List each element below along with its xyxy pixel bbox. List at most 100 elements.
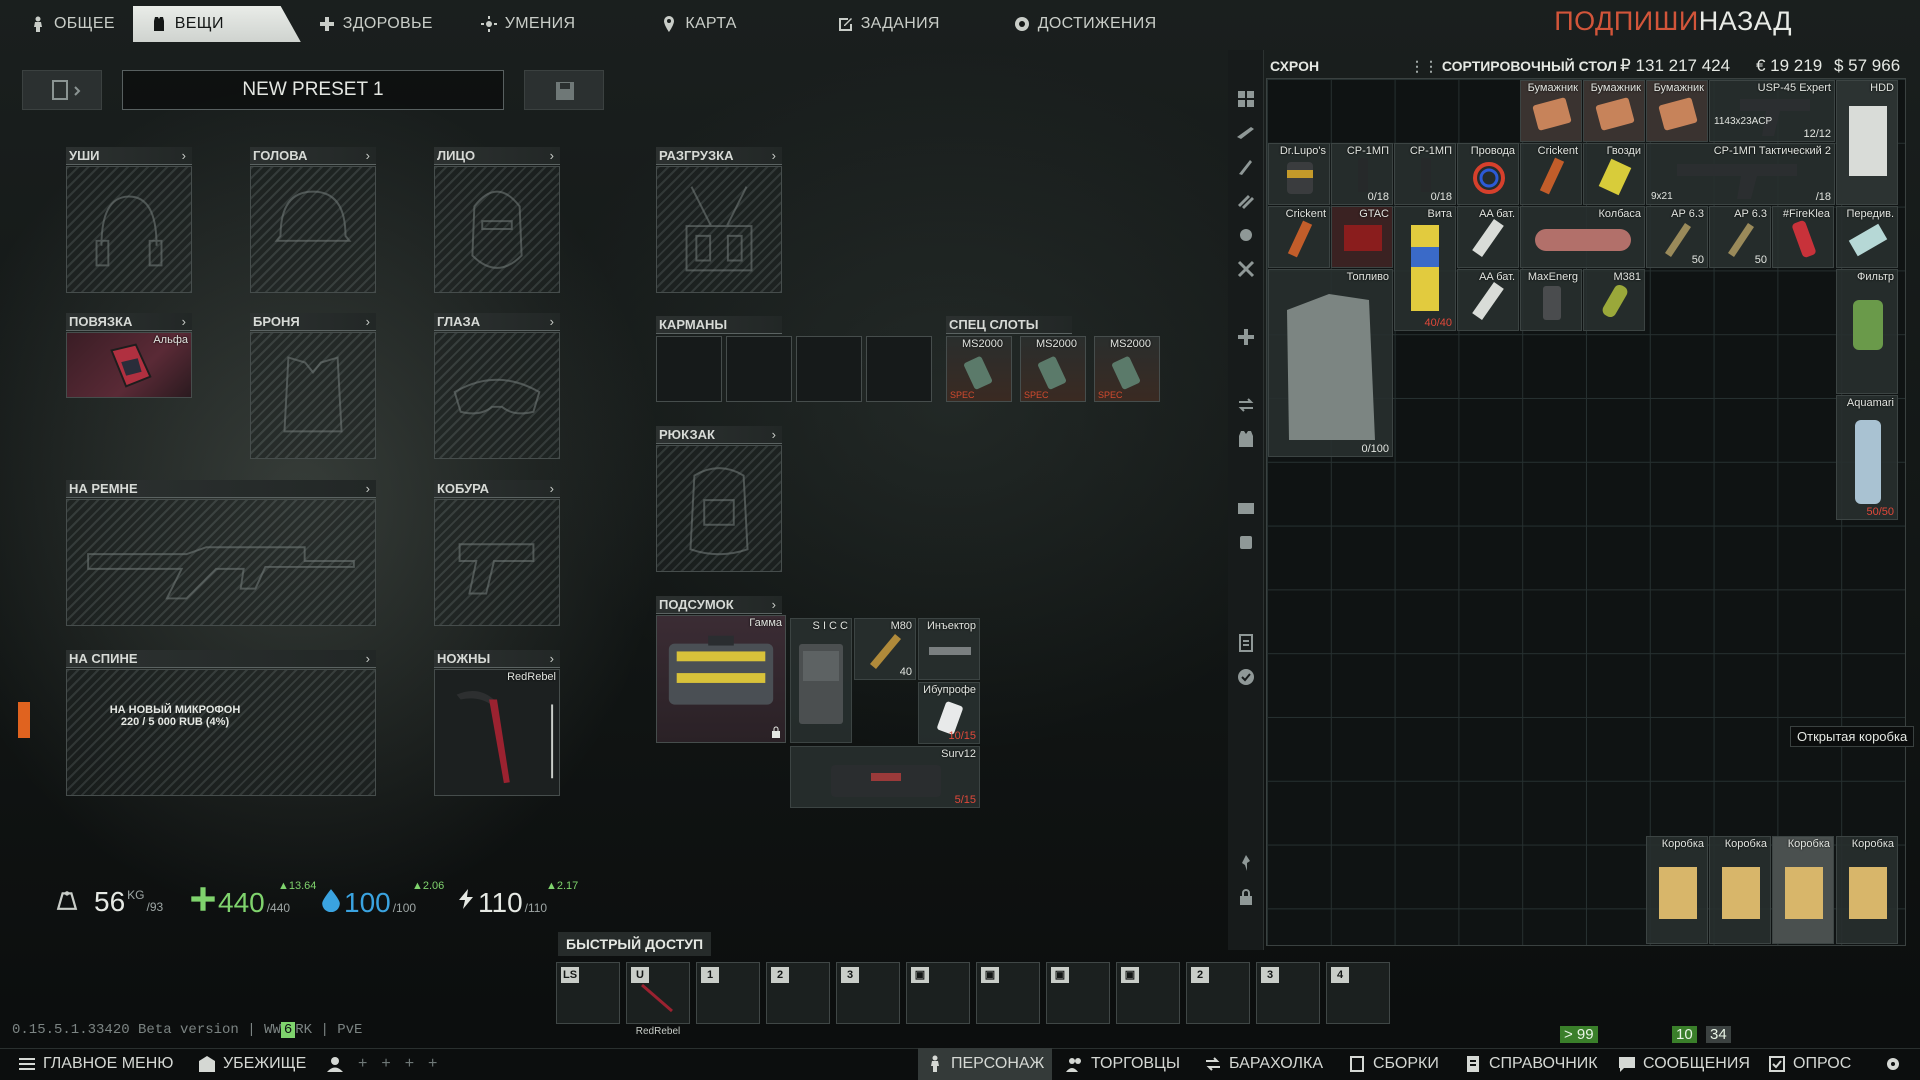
filter-ammo-button[interactable] (1233, 188, 1259, 214)
stash-item[interactable]: Вита 40/40 (1394, 206, 1456, 331)
stash-item[interactable]: Провода (1457, 143, 1519, 205)
slot-ears[interactable] (66, 166, 192, 293)
stash-item[interactable]: Aquamari 50/50 (1836, 395, 1898, 520)
main-menu-button[interactable]: ГЛАВНОЕ МЕНЮ (18, 1048, 173, 1080)
stash-item[interactable]: Колбаса (1520, 206, 1645, 268)
tab-gear[interactable]: ВЕЩИ (132, 6, 301, 42)
slot-holster[interactable] (434, 499, 560, 626)
slot-face[interactable] (434, 166, 560, 293)
stash-item[interactable]: Передив. (1836, 206, 1898, 268)
stash-item[interactable]: AA бат. (1457, 206, 1519, 268)
character-button[interactable]: ПЕРСОНАЖ (918, 1048, 1053, 1080)
stash-item[interactable]: AP 6.3 50 (1646, 206, 1708, 268)
pouch-item-ibuprofen[interactable]: Ибупрофе 10/15 (918, 682, 980, 744)
stash-item[interactable]: СР-1МП Тактический 2 9x21/18 (1646, 143, 1835, 205)
plus-icon[interactable]: + (358, 1055, 367, 1073)
quick-slot-num-2[interactable]: 2 (1186, 962, 1250, 1024)
pocket-3[interactable] (796, 336, 862, 402)
slot-eyes[interactable] (434, 332, 560, 459)
stash-item[interactable]: AA бат. (1457, 269, 1519, 331)
quick-slot-binding-2[interactable]: ▣ (976, 962, 1040, 1024)
preset-save-button[interactable] (524, 70, 604, 110)
filter-melee-button[interactable] (1233, 256, 1259, 282)
tab-general[interactable]: ОБЩЕЕ (12, 6, 133, 42)
pocket-1[interactable] (656, 336, 722, 402)
stash-item[interactable]: СР-1МП 0/18 (1394, 143, 1456, 205)
survey-button[interactable]: ОПРОС (1768, 1048, 1851, 1080)
special-slot-3[interactable]: MS2000 SPEC (1094, 336, 1160, 402)
filter-medical-button[interactable] (1233, 324, 1259, 350)
plus-icon[interactable]: + (405, 1055, 414, 1073)
stash-item[interactable]: HDD (1836, 80, 1898, 205)
plus-icon[interactable]: + (428, 1055, 437, 1073)
profile-icon[interactable] (326, 1055, 344, 1073)
preset-name-field[interactable]: NEW PRESET 1 (122, 70, 504, 110)
quick-slot-binding-4[interactable]: ▣ (1116, 962, 1180, 1024)
pin-button[interactable] (1233, 850, 1259, 876)
filter-knives-button[interactable] (1233, 154, 1259, 180)
stash-item[interactable]: Бумажник (1520, 80, 1582, 142)
stash-item[interactable]: СР-1МП 0/18 (1331, 143, 1393, 205)
slot-armband[interactable]: Альфа (66, 332, 192, 398)
messages-button[interactable]: СООБЩЕНИЯ (1618, 1048, 1750, 1080)
filter-quest-button[interactable] (1233, 664, 1259, 690)
slot-belt-weapon[interactable] (66, 499, 376, 626)
slot-backpack[interactable] (656, 445, 782, 572)
hideout-button[interactable]: УБЕЖИЩЕ (198, 1048, 306, 1080)
slot-back-weapon[interactable] (66, 669, 376, 796)
stash-item[interactable]: Crickent (1520, 143, 1582, 205)
slot-head[interactable] (250, 166, 376, 293)
tab-health[interactable]: ЗДОРОВЬЕ (301, 6, 451, 42)
filter-barter-button[interactable] (1233, 392, 1259, 418)
stash-item[interactable]: Топливо 0/100 (1268, 269, 1393, 457)
filter-mods-button[interactable] (1233, 222, 1259, 248)
filter-weapons-button[interactable] (1233, 120, 1259, 146)
pouch-item-surv12[interactable]: Surv12 5/15 (790, 746, 980, 808)
stash-item[interactable]: Бумажник (1583, 80, 1645, 142)
sorting-table-tab[interactable]: ⋮⋮ СОРТИРОВОЧНЫЙ СТОЛ (1410, 58, 1617, 75)
filter-all-button[interactable] (1233, 86, 1259, 112)
settings-button[interactable] (1884, 1048, 1902, 1080)
pouch-item-m80[interactable]: M80 40 (854, 618, 916, 680)
lock-button[interactable] (1233, 884, 1259, 910)
plus-icon[interactable]: + (381, 1055, 390, 1073)
stash-item[interactable]: M381 (1583, 269, 1645, 331)
filter-info-button[interactable] (1233, 630, 1259, 656)
back-button[interactable]: НАЗАД (1699, 6, 1792, 36)
special-slot-1[interactable]: MS2000 SPEC (946, 336, 1012, 402)
builds-button[interactable]: СБОРКИ (1348, 1048, 1439, 1080)
stash-item[interactable]: Бумажник (1646, 80, 1708, 142)
filter-containers-button[interactable] (1233, 494, 1259, 520)
quick-slot-num-4[interactable]: 4 (1326, 962, 1390, 1024)
slot-armor[interactable] (250, 332, 376, 459)
tab-tasks[interactable]: ЗАДАНИЯ (819, 6, 958, 42)
quick-slot-3[interactable]: 3 (836, 962, 900, 1024)
quick-slot-binding-1[interactable]: ▣ (906, 962, 970, 1024)
filter-gear-button[interactable] (1233, 426, 1259, 452)
pocket-2[interactable] (726, 336, 792, 402)
stash-item[interactable]: MaxEnerg (1520, 269, 1582, 331)
stash-item-hovered[interactable]: Коробка (1772, 836, 1834, 944)
quick-slot-1[interactable]: 1 (696, 962, 760, 1024)
stash-item[interactable]: USP-45 Expert 1143x23ACP 12/12 (1709, 80, 1835, 142)
quick-slot-u[interactable]: U (626, 962, 690, 1024)
tab-achievements[interactable]: ДОСТИЖЕНИЯ (996, 6, 1175, 42)
quick-slot-ls[interactable]: LS (556, 962, 620, 1024)
stash-item[interactable]: AP 6.3 50 (1709, 206, 1771, 268)
tab-map[interactable]: КАРТА (643, 6, 754, 42)
stash-item[interactable]: GTAC (1331, 206, 1393, 268)
stash-item[interactable]: Коробка (1836, 836, 1898, 944)
pocket-4[interactable] (866, 336, 932, 402)
stash-item[interactable]: #FireKlea (1772, 206, 1834, 268)
slot-knives[interactable]: RedRebel (434, 669, 560, 796)
tab-skills[interactable]: УМЕНИЯ (463, 6, 594, 42)
stash-item[interactable]: Crickent (1268, 206, 1330, 268)
stash-item[interactable]: Коробка (1709, 836, 1771, 944)
preset-select-button[interactable] (22, 70, 102, 110)
filter-keys-button[interactable] (1233, 528, 1259, 554)
stash-item[interactable]: Гвозди (1583, 143, 1645, 205)
special-slot-2[interactable]: MS2000 SPEC (1020, 336, 1086, 402)
quick-slot-2[interactable]: 2 (766, 962, 830, 1024)
slot-pouch[interactable]: Гамма (656, 615, 786, 743)
stash-item[interactable]: Коробка (1646, 836, 1708, 944)
